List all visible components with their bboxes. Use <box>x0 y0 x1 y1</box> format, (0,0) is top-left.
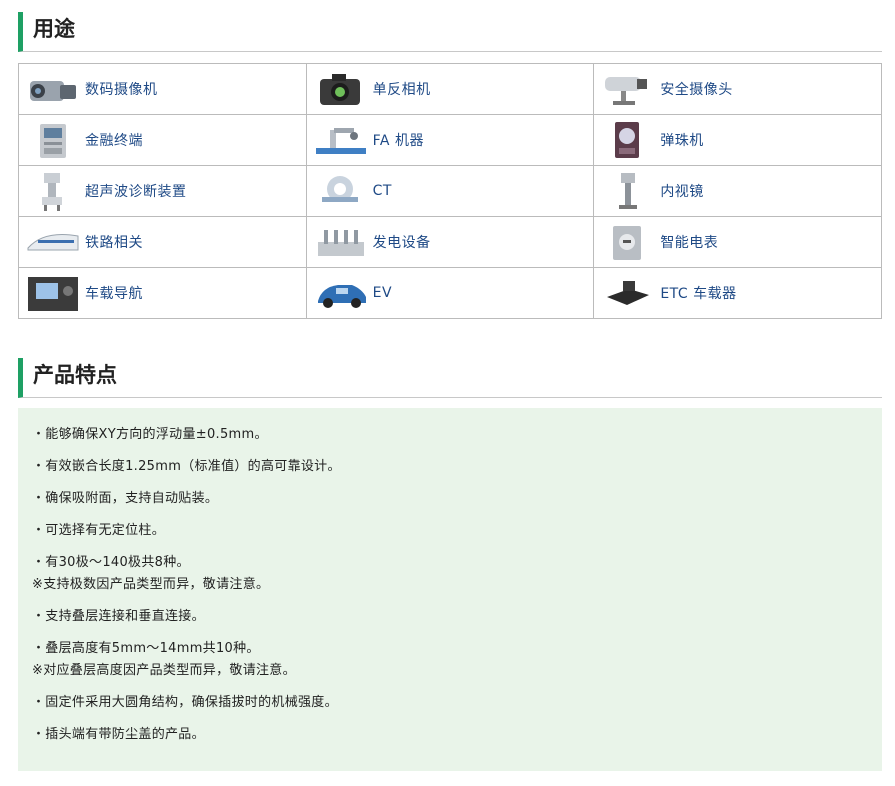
usage-row: 铁路相关 发电设备 智能电表 <box>18 216 882 268</box>
usage-cell: 发电设备 <box>305 216 595 268</box>
usage-table: 数码摄像机 单反相机 安全摄像头金融终端 FA 机器 弹珠机超声波诊断装置 CT 内视镜铁路… <box>18 63 882 319</box>
usage-row: 数码摄像机 单反相机 安全摄像头 <box>18 63 882 115</box>
features-section-header: 产品特点 <box>18 358 882 398</box>
security-camera-icon <box>598 67 658 111</box>
feature-item: ・叠层高度有5mm～14mm共10种。 ※对应叠层高度因产品类型而异，敬请注意。 <box>32 638 868 682</box>
feature-item: ・可选择有无定位柱。 <box>32 520 868 542</box>
usage-row: 车载导航 EV ETC 车载器 <box>18 267 882 319</box>
camcorder-icon <box>23 67 83 111</box>
power-plant-icon <box>311 220 371 264</box>
feature-note: ※对应叠层高度因产品类型而异，敬请注意。 <box>32 663 296 678</box>
dslr-camera-icon <box>311 67 371 111</box>
pachinko-machine-icon <box>598 118 658 162</box>
features-list: ・能够确保XY方向的浮动量±0.5mm。・有效嵌合长度1.25mm（标准值）的高… <box>18 408 882 771</box>
usage-label: CT <box>372 183 392 199</box>
usage-cell: 铁路相关 <box>18 216 307 268</box>
feature-item: ・插头端有带防尘盖的产品。 <box>32 724 868 746</box>
endoscope-icon <box>598 169 658 213</box>
usage-label: 弹珠机 <box>660 133 704 149</box>
usage-label: 铁路相关 <box>85 235 143 251</box>
usage-section-header: 用途 <box>18 12 882 52</box>
usage-label: 内视镜 <box>660 184 704 200</box>
feature-text: ・支持叠层连接和垂直连接。 <box>32 609 205 624</box>
usage-cell: 内视镜 <box>593 165 882 217</box>
usage-label: 超声波诊断装置 <box>85 184 187 200</box>
usage-cell: ETC 车载器 <box>593 267 882 319</box>
usage-label: 车载导航 <box>85 286 143 302</box>
usage-cell: 金融终端 <box>18 114 307 166</box>
usage-cell: 数码摄像机 <box>18 63 307 115</box>
usage-cell: FA 机器 <box>305 114 595 166</box>
usage-cell: 超声波诊断装置 <box>18 165 307 217</box>
feature-text: ・确保吸附面，支持自动贴装。 <box>32 491 219 506</box>
feature-text: ・叠层高度有5mm～14mm共10种。 <box>32 641 260 656</box>
usage-cell: 单反相机 <box>305 63 595 115</box>
usage-row: 超声波诊断装置 CT 内视镜 <box>18 165 882 217</box>
usage-cell: 车载导航 <box>18 267 307 319</box>
feature-item: ・有30极～140极共8种。 ※支持极数因产品类型而异，敬请注意。 <box>32 552 868 596</box>
car-navigation-icon <box>23 271 83 315</box>
bullet-train-icon <box>23 220 83 264</box>
usage-label: FA 机器 <box>372 133 424 149</box>
financial-terminal-icon <box>23 118 83 162</box>
usage-label: EV <box>372 285 393 301</box>
feature-text: ・插头端有带防尘盖的产品。 <box>32 727 205 742</box>
ultrasound-device-icon <box>23 169 83 213</box>
feature-text: ・固定件采用大圆角结构，确保插拔时的机械强度。 <box>32 695 338 710</box>
usage-cell: 弹珠机 <box>593 114 882 166</box>
feature-text: ・可选择有无定位柱。 <box>32 523 166 538</box>
feature-item: ・固定件采用大圆角结构，确保插拔时的机械强度。 <box>32 692 868 714</box>
feature-item: ・确保吸附面，支持自动贴装。 <box>32 488 868 510</box>
usage-label: 智能电表 <box>660 235 719 251</box>
usage-label: 安全摄像头 <box>660 82 733 98</box>
usage-cell: 智能电表 <box>593 216 882 268</box>
usage-title: 用途 <box>33 17 75 41</box>
feature-note: ※支持极数因产品类型而异，敬请注意。 <box>32 577 270 592</box>
usage-cell: CT <box>305 165 595 217</box>
features-title: 产品特点 <box>33 363 117 387</box>
etc-unit-icon <box>598 271 658 315</box>
smart-meter-icon <box>598 220 658 264</box>
usage-label: 金融终端 <box>85 133 143 149</box>
feature-item: ・支持叠层连接和垂直连接。 <box>32 606 868 628</box>
feature-text: ・能够确保XY方向的浮动量±0.5mm。 <box>32 427 268 442</box>
feature-text: ・有效嵌合长度1.25mm（标准值）的高可靠设计。 <box>32 459 341 474</box>
feature-item: ・能够确保XY方向的浮动量±0.5mm。 <box>32 424 868 446</box>
usage-cell: 安全摄像头 <box>593 63 882 115</box>
usage-cell: EV <box>305 267 595 319</box>
ct-scanner-icon <box>311 169 371 213</box>
feature-item: ・有效嵌合长度1.25mm（标准值）的高可靠设计。 <box>32 456 868 478</box>
usage-label: 单反相机 <box>372 82 431 98</box>
feature-text: ・有30极～140极共8种。 <box>32 555 190 570</box>
electric-vehicle-icon <box>311 271 371 315</box>
usage-label: 发电设备 <box>372 235 431 251</box>
usage-label: ETC 车载器 <box>660 286 737 302</box>
fa-robot-icon <box>311 118 371 162</box>
usage-label: 数码摄像机 <box>85 82 158 98</box>
usage-row: 金融终端 FA 机器 弹珠机 <box>18 114 882 166</box>
